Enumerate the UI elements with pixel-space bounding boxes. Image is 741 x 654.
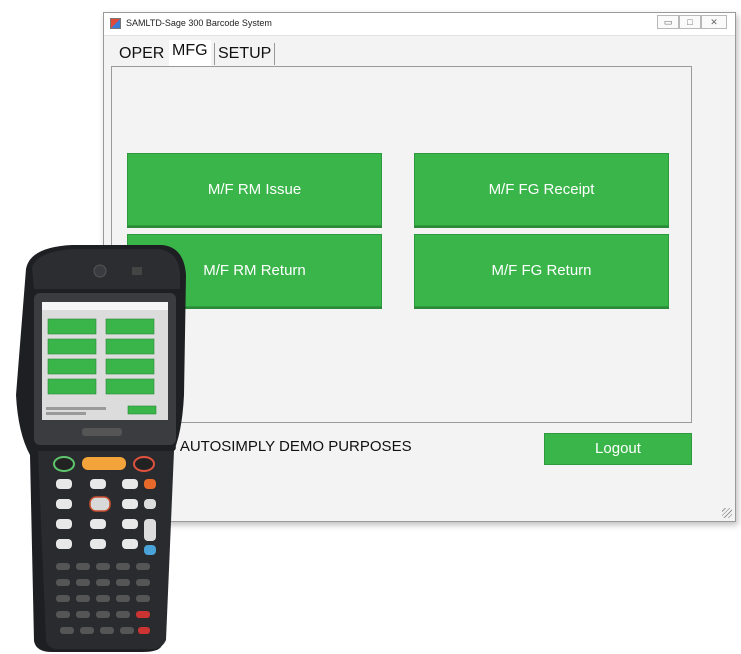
tab-setup[interactable]: SETUP (214, 43, 276, 65)
handheld-scanner-image (16, 245, 186, 652)
minimize-button[interactable]: ▭ (657, 15, 679, 29)
app-window: SAMLTD-Sage 300 Barcode System ▭ □ ✕ OPE… (103, 12, 736, 522)
title-bar: SAMLTD-Sage 300 Barcode System ▭ □ ✕ (104, 13, 735, 36)
resize-grip[interactable] (722, 508, 732, 518)
mf-fg-return-button[interactable]: M/F FG Return (414, 234, 669, 307)
mfg-panel: M/F RM Issue M/F FG Receipt M/F RM Retur… (111, 66, 692, 423)
logout-button[interactable]: Logout (544, 433, 692, 465)
mf-fg-receipt-button[interactable]: M/F FG Receipt (414, 153, 669, 226)
window-title: SAMLTD-Sage 300 Barcode System (126, 18, 272, 28)
tab-mfg[interactable]: MFG (169, 40, 211, 66)
maximize-button[interactable]: □ (679, 15, 701, 29)
mf-rm-issue-button[interactable]: M/F RM Issue (127, 153, 382, 226)
tab-oper[interactable]: OPER (116, 43, 167, 65)
close-button[interactable]: ✕ (701, 15, 727, 29)
status-text: to AUTOSIMPLY DEMO PURPOSES (164, 438, 412, 455)
app-icon (110, 18, 121, 29)
